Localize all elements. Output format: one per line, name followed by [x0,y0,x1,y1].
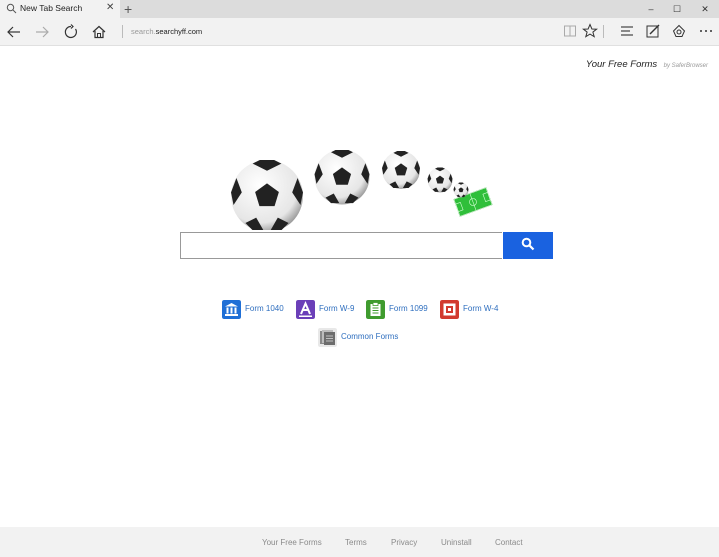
clipboard-icon [366,300,385,319]
document-icon [440,300,459,319]
tab-title: New Tab Search [20,3,83,13]
form-label: Form 1099 [389,304,428,313]
new-tab-button[interactable]: + [124,0,132,18]
refresh-icon[interactable] [62,23,80,41]
search-input[interactable] [180,232,502,259]
hub-icon[interactable] [619,23,635,39]
more-icon[interactable] [698,23,714,39]
form-label: Form W-9 [319,304,355,313]
address-prefix: search. [131,27,156,36]
browser-tab[interactable]: New Tab Search ✕ [0,0,120,18]
forms-stack-icon [318,328,337,347]
footer-link-uninstall[interactable]: Uninstall [441,538,472,547]
footer-link-terms[interactable]: Terms [345,538,367,547]
address-separator [122,25,123,38]
brand-logo-text[interactable]: Your Free Forms by SaferBrowser [586,54,708,72]
brand-byline: by SaferBrowser [663,63,708,69]
tab-strip: New Tab Search ✕ + – ☐ ✕ [0,0,719,18]
share-icon[interactable] [671,23,687,39]
footer-link-your-free-forms[interactable]: Your Free Forms [262,538,322,547]
favorite-star-icon[interactable] [582,23,598,39]
reading-view-icon[interactable] [562,23,578,39]
address-host: searchyff.com [155,27,203,36]
search-button[interactable] [503,232,553,259]
back-arrow-icon[interactable] [5,23,23,41]
home-icon[interactable] [90,23,108,41]
form-label: Common Forms [341,332,399,341]
maximize-button[interactable]: ☐ [662,0,692,18]
footer-link-privacy[interactable]: Privacy [391,538,417,547]
web-note-icon[interactable] [645,23,661,39]
brand-name: Your Free Forms [585,59,658,70]
navigation-bar: search.searchyff.com [0,18,719,46]
toolbar-separator [603,25,604,38]
soccer-balls-logo [231,150,493,230]
tab-close-icon[interactable]: ✕ [106,2,114,13]
form-label: Form W-4 [463,304,499,313]
footer: Your Free Forms Terms Privacy Uninstall … [0,527,719,557]
search-icon [6,3,17,14]
forward-arrow-icon[interactable] [33,23,51,41]
search-icon [521,237,535,251]
letter-a-icon [296,300,315,319]
close-window-button[interactable]: ✕ [690,0,719,18]
footer-link-contact[interactable]: Contact [495,538,523,547]
form-label: Form 1040 [245,304,284,313]
bank-icon [222,300,241,319]
address-bar[interactable]: search.searchyff.com [131,27,202,36]
